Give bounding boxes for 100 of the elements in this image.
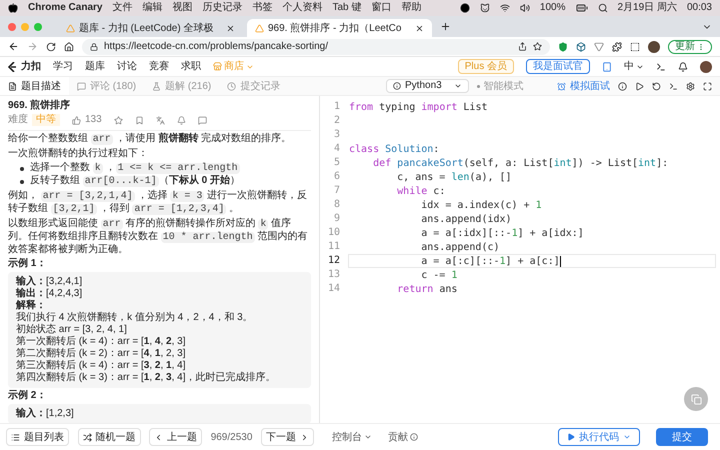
menu-item[interactable]: 文件 — [112, 3, 132, 13]
profile-avatar[interactable] — [648, 40, 660, 52]
new-tab-icon[interactable] — [440, 21, 451, 32]
contribute-link[interactable]: 贡献 — [388, 430, 418, 444]
interviewer-button[interactable]: 我是面试官 — [526, 59, 590, 74]
difficulty-badge: 中等 — [32, 114, 60, 126]
info-icon[interactable] — [618, 82, 627, 90]
menu-time[interactable]: 00:03 — [686, 3, 712, 13]
sidebar-icon[interactable] — [630, 42, 640, 52]
previous-button[interactable]: 上一题 — [149, 428, 202, 446]
shield-icon[interactable] — [558, 42, 568, 52]
terminal-icon[interactable] — [669, 82, 678, 90]
line-number: 8 — [332, 198, 341, 212]
code-line: class Solution: — [348, 143, 440, 156]
tablet-icon[interactable] — [602, 62, 612, 72]
bookmark-star-icon[interactable] — [533, 42, 542, 51]
feedback-icon[interactable] — [198, 116, 207, 124]
cat-icon[interactable] — [480, 3, 490, 13]
user-avatar[interactable] — [700, 60, 712, 72]
paragraph: 一次煎饼翻转的执行过程如下： — [8, 148, 149, 160]
nav-link[interactable]: 讨论 — [117, 59, 137, 74]
menu-item[interactable]: Tab 键 — [332, 3, 362, 13]
reload-icon[interactable] — [46, 42, 56, 52]
nav-link[interactable]: 题库 — [85, 59, 105, 74]
bookmark-icon[interactable] — [134, 116, 144, 124]
menu-item[interactable]: 帮助 — [401, 3, 422, 13]
line-number: 6 — [332, 170, 341, 184]
reset-icon[interactable] — [652, 82, 661, 90]
volume-icon[interactable] — [520, 3, 530, 13]
problem-list-button[interactable]: 题目列表 — [6, 428, 69, 446]
line-number: 10 — [326, 226, 341, 240]
line-number: 11 — [326, 240, 341, 254]
tab-title: 题库 - 力扣 (LeetCode) 全球极 — [79, 22, 214, 36]
language-select[interactable]: Python3 — [386, 79, 469, 93]
example-heading: 示例 2： — [8, 390, 48, 402]
nav-link[interactable]: 求职 — [181, 59, 201, 74]
info-icon — [410, 433, 418, 441]
next-button[interactable]: 下一题 — [260, 428, 314, 446]
code-line: idx = a.index(c) + 1 — [420, 199, 543, 212]
record-icon[interactable] — [460, 3, 470, 13]
fullscreen-icon[interactable] — [703, 82, 712, 90]
caret-icon — [454, 82, 462, 90]
battery-icon[interactable] — [576, 2, 588, 14]
notification-icon[interactable] — [678, 62, 688, 72]
caret-icon — [364, 433, 372, 441]
translate-icon[interactable] — [156, 116, 165, 124]
line-number: 12 — [326, 254, 341, 268]
wifi-icon[interactable] — [500, 3, 510, 13]
close-tab-icon[interactable] — [415, 24, 424, 32]
browser-tab[interactable]: 题库 - 力扣 (LeetCode) 全球极 — [58, 19, 243, 37]
share-icon[interactable] — [518, 42, 527, 51]
close-tab-icon[interactable] — [226, 24, 235, 32]
line-number: 5 — [332, 156, 341, 170]
home-icon[interactable] — [64, 42, 74, 52]
menu-date[interactable]: 2月19日 周六 — [618, 3, 677, 13]
code-line: c, ans = len(a), [] — [396, 171, 513, 184]
example-line: 第二次翻转后 (k = 2)：arr = [4, 1, 2, 3] — [16, 348, 186, 360]
triangle-icon[interactable] — [594, 42, 604, 52]
puzzle-icon[interactable] — [612, 42, 622, 52]
star-icon[interactable] — [114, 116, 123, 124]
update-button[interactable]: 更新 — [668, 40, 712, 54]
site-logo-icon — [255, 24, 264, 32]
bullet-icon — [20, 167, 24, 171]
random-problem-button[interactable]: 随机一题 — [78, 428, 141, 446]
app-name[interactable]: Chrome Canary — [28, 3, 102, 13]
menu-item[interactable]: 书签 — [252, 3, 272, 13]
like-button[interactable]: 133 — [72, 114, 102, 126]
site-logo-text[interactable]: 力扣 — [21, 59, 41, 74]
menu-item[interactable]: 历史记录 — [202, 3, 242, 13]
play-icon[interactable] — [635, 82, 644, 90]
code-line: c -= 1 — [420, 269, 458, 282]
nav-link[interactable]: 学习 — [53, 59, 73, 74]
clock-icon — [227, 82, 236, 90]
text-cursor — [560, 256, 561, 267]
settings-icon[interactable] — [686, 82, 695, 90]
search-icon[interactable] — [598, 3, 608, 13]
caret-icon — [623, 433, 631, 441]
problem-title: 969. 煎饼排序 — [8, 100, 72, 112]
bell-icon[interactable] — [176, 116, 186, 124]
run-code-button[interactable]: 执行代码 — [558, 428, 640, 446]
menu-item[interactable]: 窗口 — [371, 3, 392, 13]
example-line: 输入：[3,2,4,1] — [16, 276, 84, 288]
document-icon — [8, 82, 17, 90]
apple-icon[interactable] — [8, 3, 18, 13]
panel-tab[interactable]: 题目描述 — [0, 77, 69, 95]
back-icon[interactable] — [8, 41, 19, 52]
menu-item[interactable]: 编辑 — [142, 3, 162, 13]
box-icon[interactable] — [576, 42, 586, 52]
nav-link[interactable]: 竞赛 — [149, 59, 169, 74]
menu-item[interactable]: 视图 — [172, 3, 192, 13]
console-toggle[interactable]: 控制台 — [332, 430, 372, 444]
browser-tab[interactable]: 969. 煎饼排序 - 力扣（LeetCo — [247, 19, 432, 37]
submit-button[interactable]: 提交 — [656, 428, 708, 446]
language-dropdown[interactable]: 中 — [624, 59, 644, 74]
address-field[interactable]: https://leetcode-cn.com/problems/pancake-sorting/ — [82, 38, 550, 54]
mock-interview-button[interactable]: 模拟面试 — [557, 78, 610, 94]
line-number: 14 — [326, 282, 341, 296]
terminal-icon[interactable] — [656, 62, 666, 72]
problem-position: 969/2530 — [210, 430, 252, 444]
menu-item[interactable]: 个人资料 — [282, 3, 322, 13]
